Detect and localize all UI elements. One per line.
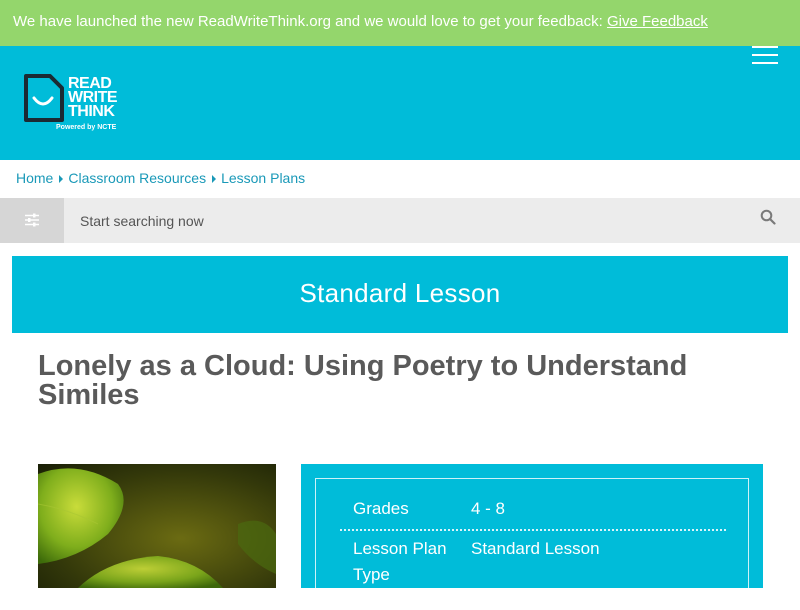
breadcrumb: Home Classroom Resources Lesson Plans (16, 170, 305, 186)
grades-label: Grades (353, 499, 409, 518)
lesson-info-panel: Grades 4 - 8 Lesson Plan Type Standard L… (301, 464, 763, 610)
hamburger-menu-icon[interactable] (752, 46, 778, 68)
search-input[interactable] (70, 204, 742, 238)
filter-sliders-icon (25, 213, 39, 227)
page-title: Lonely as a Cloud: Using Poetry to Under… (38, 350, 688, 411)
lesson-plan-type-label: Lesson Plan Type (353, 539, 447, 584)
logo-tagline: Powered by NCTE (56, 124, 117, 131)
lesson-image (38, 464, 276, 588)
site-header: READ WRITE THINK Powered by NCTE (0, 46, 800, 160)
readwritethink-logo[interactable]: READ WRITE THINK Powered by NCTE (24, 74, 134, 136)
logo-word-think: THINK (68, 103, 115, 120)
logo-icon (24, 74, 64, 122)
lesson-info-box: Grades 4 - 8 Lesson Plan Type Standard L… (315, 478, 749, 610)
search-icon[interactable] (760, 209, 776, 225)
divider (340, 529, 726, 531)
lesson-type-banner: Standard Lesson (12, 256, 788, 333)
grades-value: 4 - 8 (471, 499, 506, 518)
breadcrumb-classroom-resources[interactable]: Classroom Resources (68, 170, 206, 186)
breadcrumb-separator-icon (59, 175, 64, 184)
filter-button[interactable] (0, 198, 64, 243)
feedback-banner-text: We have launched the new ReadWriteThink.… (13, 13, 607, 30)
search-bar (0, 198, 800, 243)
breadcrumb-separator-icon (212, 175, 217, 184)
breadcrumb-lesson-plans[interactable]: Lesson Plans (221, 170, 305, 186)
feedback-banner: We have launched the new ReadWriteThink.… (0, 0, 800, 46)
lesson-plan-type-value: Standard Lesson (471, 539, 600, 558)
breadcrumb-home[interactable]: Home (16, 170, 53, 186)
give-feedback-link[interactable]: Give Feedback (607, 13, 708, 30)
